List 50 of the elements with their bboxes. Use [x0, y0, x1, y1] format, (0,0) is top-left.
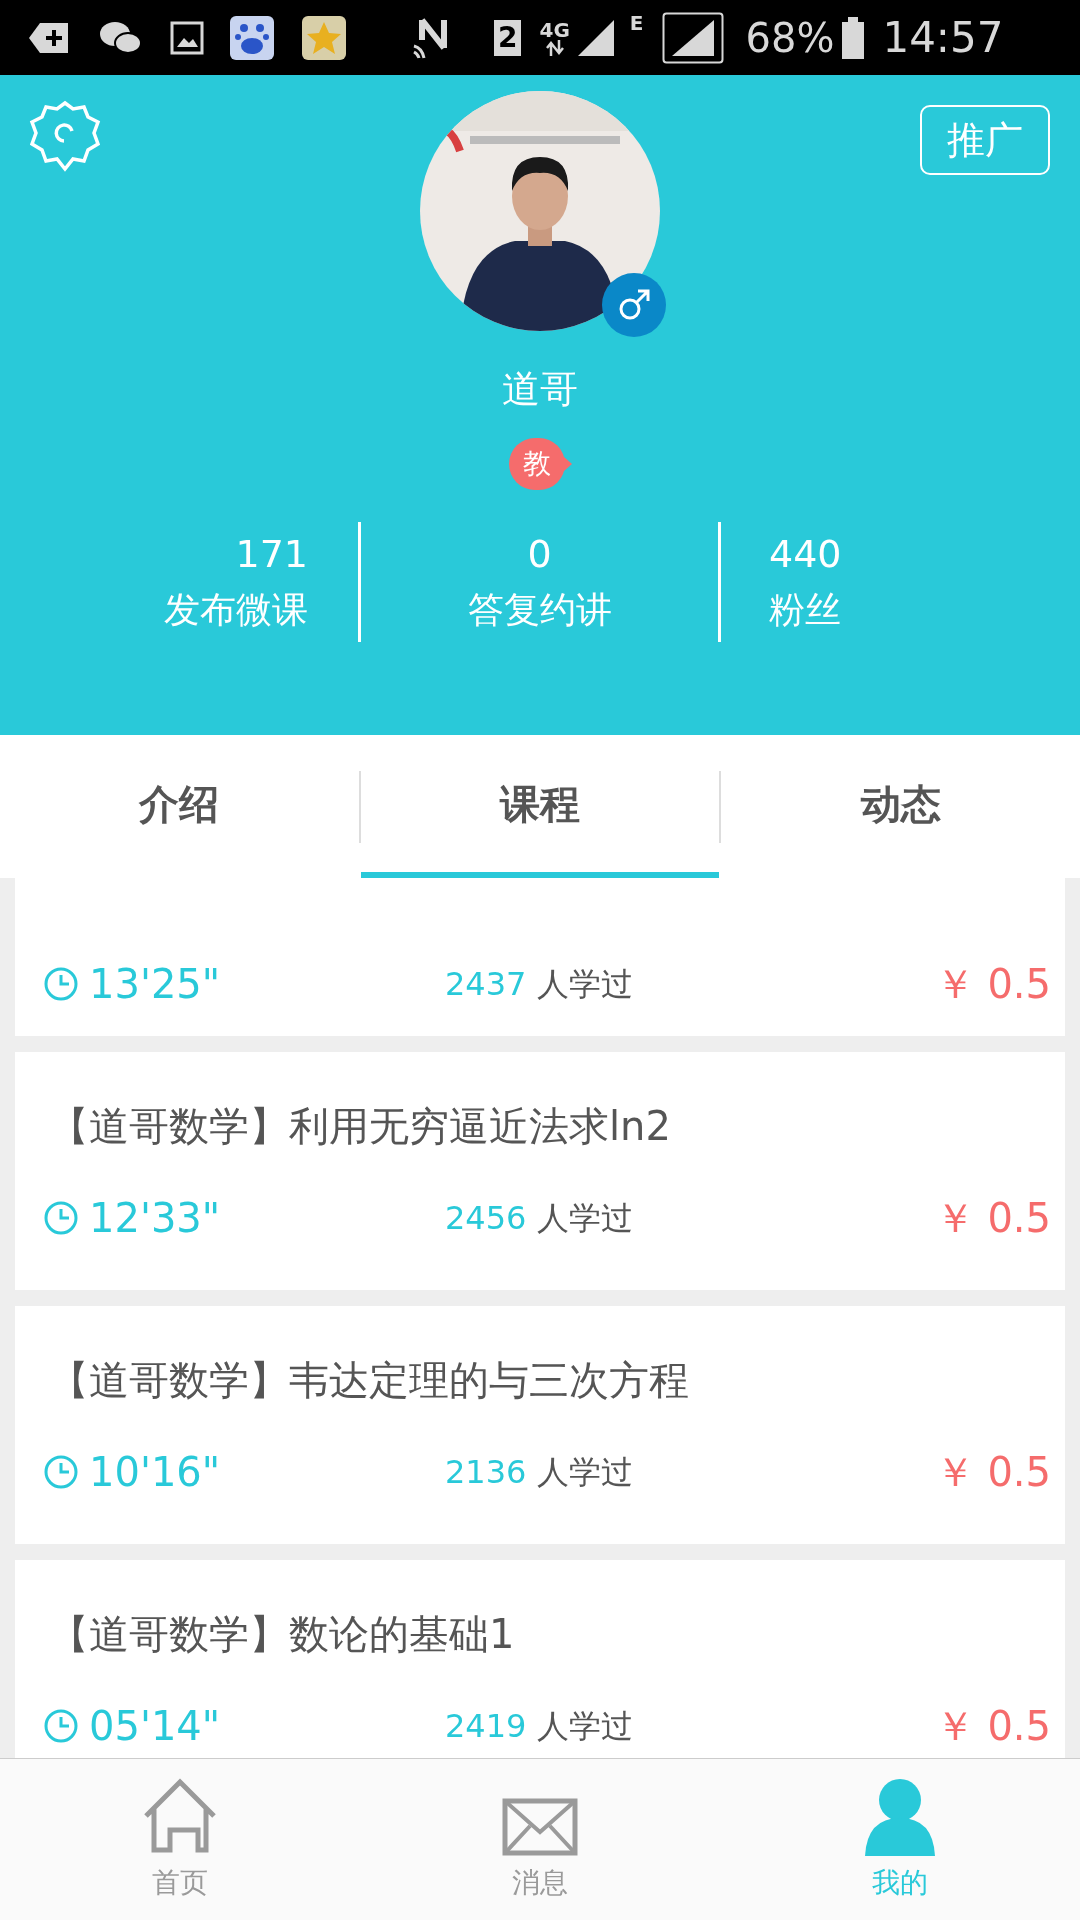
network-type: 4G — [539, 19, 570, 40]
course-card[interactable]: 【道哥数学】韦达定理的与三次方程 10'16" 2136 人学过 ￥ 0.5 — [15, 1306, 1065, 1544]
image-icon — [170, 20, 204, 55]
sim-indicator: 2 — [494, 19, 522, 56]
price-text: ￥ 0.5 — [934, 1194, 1051, 1243]
duration-text: 05'14" — [89, 1702, 221, 1751]
stat-value: 440 — [769, 531, 842, 578]
teacher-badge: 教 — [508, 438, 565, 490]
mail-icon — [502, 1798, 578, 1856]
clock-time: 14:57 — [882, 12, 1004, 64]
learner-count: 2136 人学过 — [445, 1452, 633, 1493]
tab[interactable]: 动态 — [721, 735, 1080, 878]
duration-text: 13'25" — [89, 960, 221, 1009]
clock-icon — [43, 1200, 79, 1236]
paw-icon — [230, 15, 274, 60]
settings-icon[interactable] — [28, 99, 102, 173]
stat-value: 171 — [235, 531, 308, 578]
clock-icon — [43, 1454, 79, 1490]
clock-icon — [43, 1708, 79, 1744]
duration-text: 10'16" — [89, 1448, 221, 1497]
course-title: 【道哥数学】韦达定理的与三次方程 — [49, 1356, 690, 1405]
duration-text: 12'33" — [89, 1194, 221, 1243]
learner-count: 2419 人学过 — [445, 1706, 633, 1747]
add-icon — [28, 20, 70, 55]
price-text: ￥ 0.5 — [934, 1702, 1051, 1751]
person-icon — [863, 1778, 937, 1856]
badge-tail-icon — [563, 457, 572, 471]
stat-label: 发布微课 — [164, 588, 308, 632]
course-title: 【道哥数学】利用无穷逼近法求ln2 — [49, 1102, 672, 1151]
price-text: ￥ 0.5 — [934, 1448, 1051, 1497]
stat-label: 答复约讲 — [467, 588, 612, 632]
star-app-icon — [302, 15, 346, 60]
stat-value: 0 — [527, 531, 552, 578]
network-type: E — [629, 10, 644, 37]
course-card[interactable]: 13'25" 2437 人学过 ￥ 0.5 — [15, 878, 1065, 1036]
learner-count: 2456 人学过 — [445, 1198, 633, 1239]
course-card[interactable]: 【道哥数学】利用无穷逼近法求ln2 12'33" 2456 人学过 ￥ 0.5 — [15, 1052, 1065, 1290]
course-title: 【道哥数学】数论的基础1 — [49, 1610, 516, 1659]
battery-icon — [842, 16, 865, 59]
stat-label: 粉丝 — [769, 588, 841, 632]
battery-percent: 68% — [745, 13, 835, 63]
clock-icon — [43, 966, 79, 1002]
course-card[interactable]: 【道哥数学】数论的基础1 05'14" 2419 人学过 ￥ 0.5 — [15, 1560, 1065, 1758]
data-arrows-icon — [545, 39, 564, 56]
price-text: ￥ 0.5 — [934, 960, 1051, 1009]
learner-count: 2437 人学过 — [445, 964, 633, 1005]
tab[interactable]: 介绍 — [0, 735, 359, 878]
signal-icon — [661, 11, 724, 64]
male-symbol-icon — [617, 288, 651, 322]
user-name: 道哥 — [502, 366, 578, 413]
